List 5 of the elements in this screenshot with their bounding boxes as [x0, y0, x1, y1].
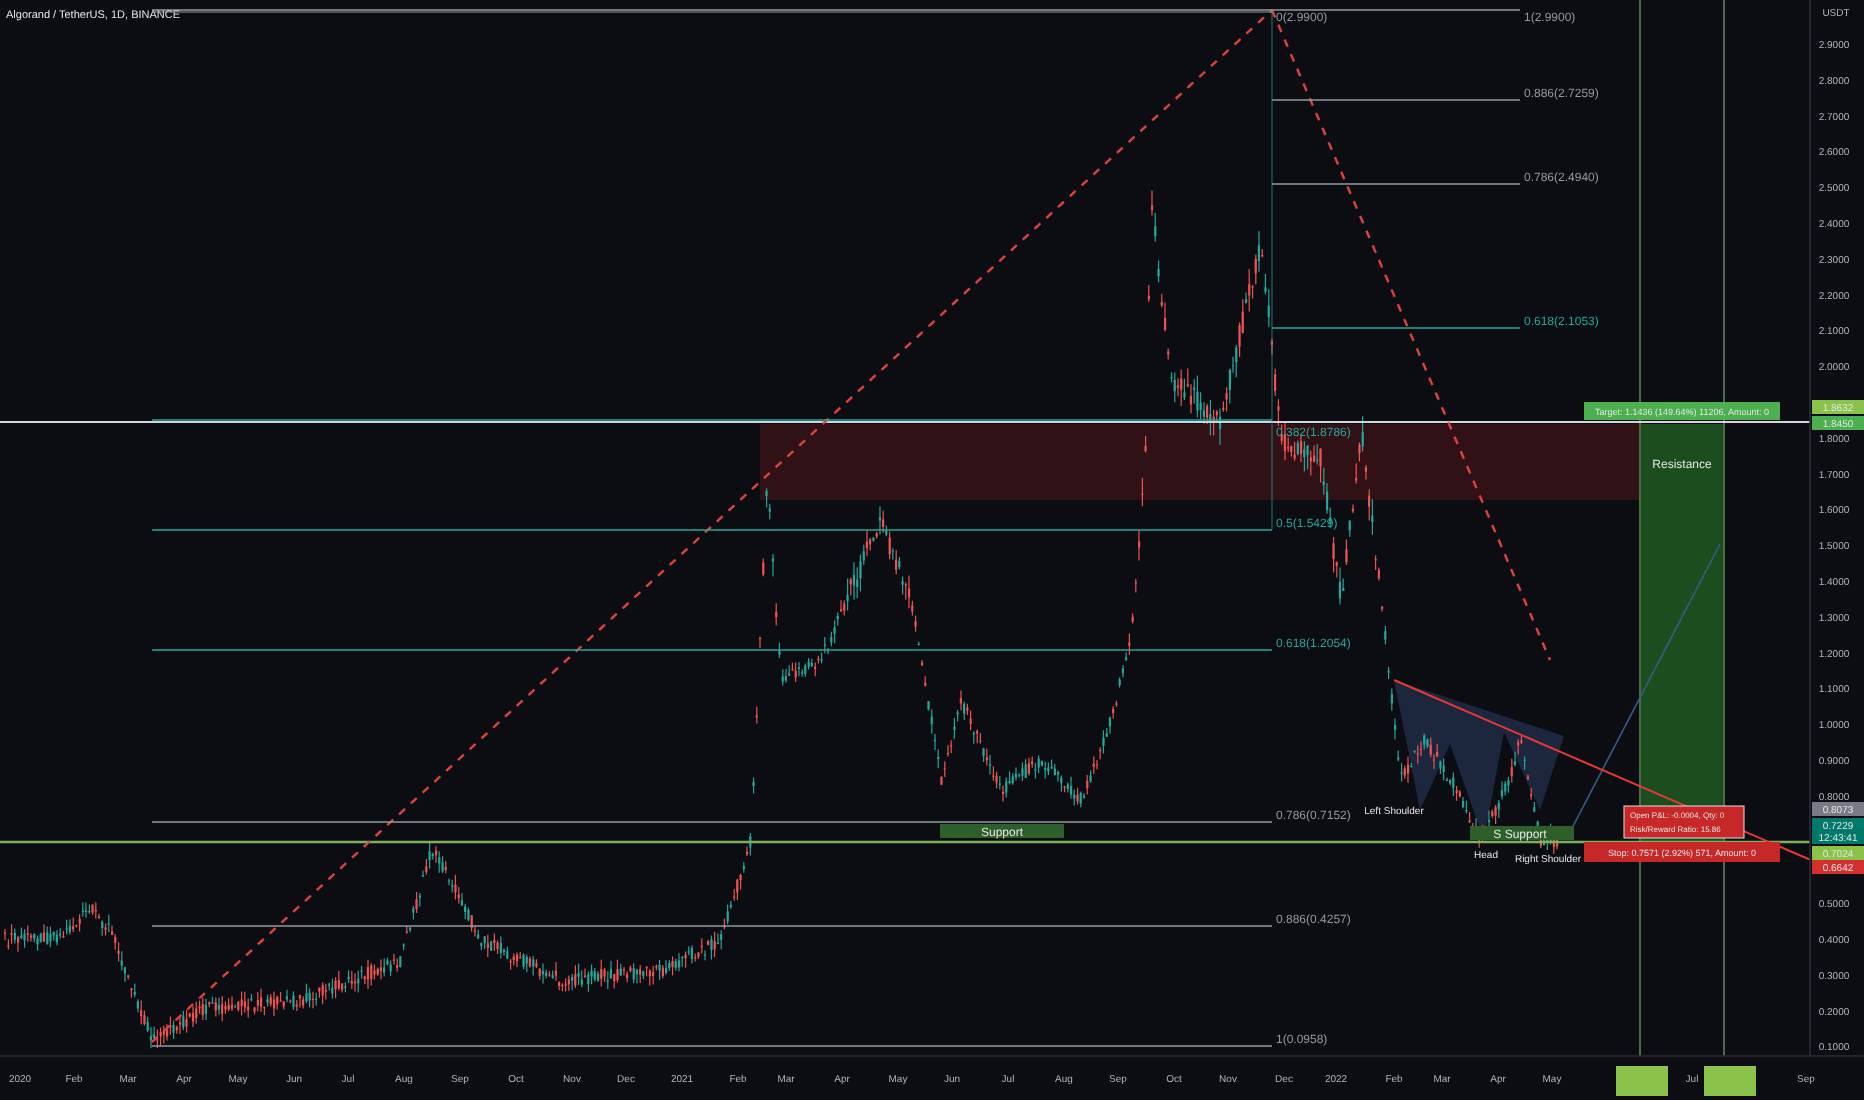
- position-info-box: [1623, 805, 1745, 839]
- support-zone: [940, 824, 1064, 838]
- support-zone: [1470, 826, 1574, 840]
- date-range-marker: [1616, 1066, 1668, 1096]
- date-range-marker: [1704, 1066, 1756, 1096]
